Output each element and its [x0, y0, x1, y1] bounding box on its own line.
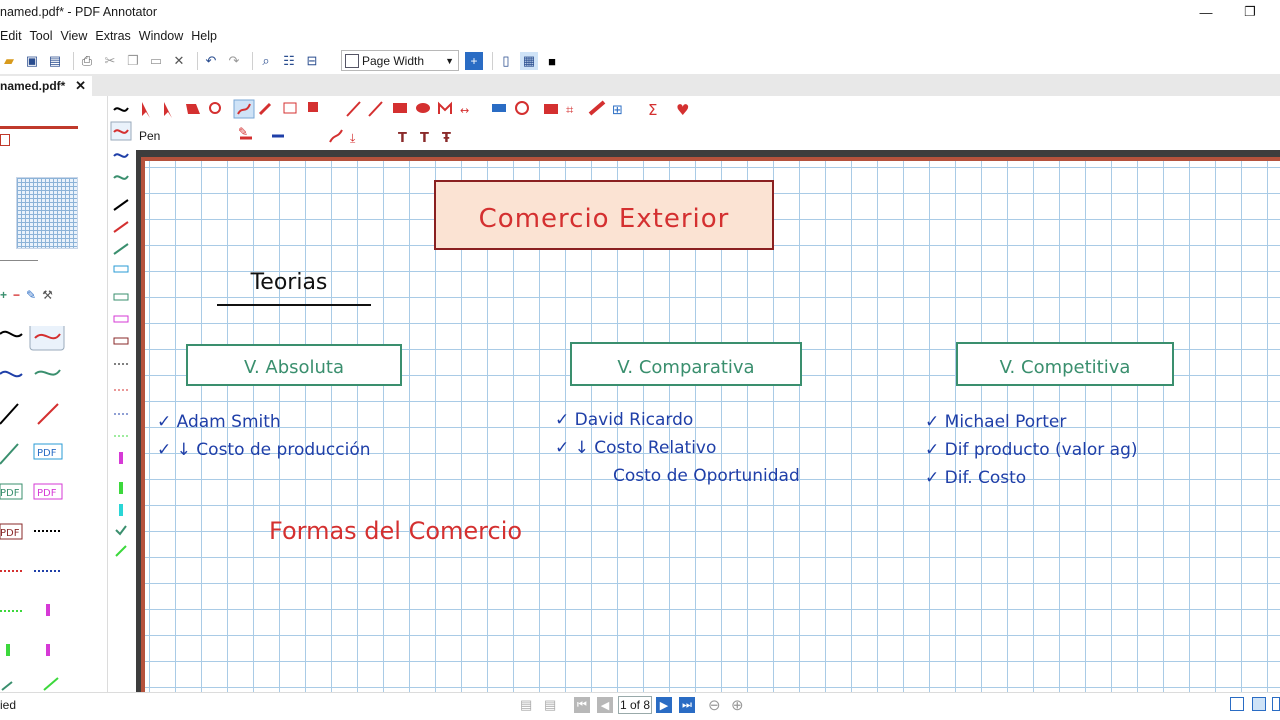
window-title: named.pdf* - PDF Annotator	[0, 5, 158, 19]
col2-line3: Costo de Oportunidad	[613, 466, 800, 486]
preset-tools: + − ✎ ⚒	[0, 286, 90, 304]
svg-text:PDF: PDF	[37, 488, 57, 499]
zoom-value: Page Width	[362, 53, 425, 68]
tool-name: Pen	[139, 129, 161, 143]
page-counter[interactable]: 1 of 8	[618, 696, 652, 714]
menu-help[interactable]: Help	[187, 29, 221, 43]
svg-text:T: T	[420, 131, 429, 146]
paste-icon[interactable]: ▭	[147, 52, 165, 70]
title-bar: named.pdf* - PDF Annotator — ❐	[0, 0, 1280, 25]
checkbox-icon[interactable]	[0, 134, 10, 146]
copy-icon[interactable]: ❐	[124, 52, 142, 70]
main-toolbar: ▰ ▣ ▤ ⎙ ✂ ❐ ▭ ✕ ↶ ↷ ⌕ ☷ ⊟	[0, 49, 1280, 73]
next-page-button[interactable]: ▶	[656, 697, 672, 713]
print-icon[interactable]: ⎙	[78, 52, 96, 70]
remove-preset-icon[interactable]: −	[13, 288, 20, 302]
next-doc-icon[interactable]: ▤	[544, 697, 556, 713]
view-toolbar: + ▯ ▦ ■	[465, 52, 566, 70]
last-page-button[interactable]: ⏭	[679, 697, 695, 713]
back-icon[interactable]: ⊖	[708, 696, 721, 714]
page-width-icon	[345, 53, 359, 68]
menu-extras[interactable]: Extras	[91, 29, 134, 43]
document-tab[interactable]: named.pdf* ✕	[0, 76, 92, 96]
forward-icon[interactable]: ⊕	[731, 696, 744, 714]
two-page-view-icon[interactable]	[1272, 697, 1280, 711]
save-as-icon[interactable]: ▤	[46, 52, 64, 70]
svg-text:⌗: ⌗	[566, 103, 574, 118]
layout-icon[interactable]: ☷	[280, 52, 298, 70]
undo-icon[interactable]: ↶	[202, 52, 220, 70]
chevron-down-icon: ▼	[445, 55, 454, 66]
edit-preset-icon[interactable]: ✎	[26, 288, 36, 302]
tab-strip	[0, 74, 1280, 96]
box-absoluta-label: V. Absoluta	[244, 357, 344, 378]
status-text: ied	[0, 698, 17, 712]
svg-text:♥: ♥	[676, 101, 689, 119]
bottom-text: Formas del Comercio	[269, 517, 522, 545]
svg-text:Ŧ: Ŧ	[442, 131, 451, 146]
svg-text:T: T	[398, 131, 407, 146]
menu-window[interactable]: Window	[135, 29, 187, 43]
col1-line2: ✓ ↓ Costo de producción	[157, 440, 371, 460]
svg-text:PDF: PDF	[0, 528, 20, 539]
zoom-select[interactable]: Page Width ▼	[341, 50, 459, 71]
pen-color-column[interactable]	[110, 98, 132, 692]
col1-line1: ✓ Adam Smith	[157, 412, 281, 432]
box-competitiva-label: V. Competitiva	[1000, 357, 1131, 378]
col3-line2: ✓ Dif producto (valor ag)	[925, 440, 1138, 460]
document-tab-label: named.pdf*	[0, 79, 66, 93]
prev-doc-icon[interactable]: ▤	[520, 697, 532, 713]
col3-line3: ✓ Dif. Costo	[925, 468, 1026, 488]
col2-line2: ✓ ↓ Costo Relativo	[555, 438, 716, 458]
annotation-toolbar[interactable]: ↔ ⌗ ⊞ Σ ♥ ✎ ⤓ T T Ŧ	[136, 98, 1280, 150]
zoom-out-icon[interactable]: ⊟	[303, 52, 321, 70]
wrench-icon[interactable]: ⚒	[42, 288, 53, 302]
svg-text:✎: ✎	[238, 125, 248, 139]
delete-icon[interactable]: ✕	[170, 52, 188, 70]
redo-icon[interactable]: ↷	[225, 52, 243, 70]
prev-page-button[interactable]: ◀	[597, 697, 613, 713]
panel-accent	[0, 126, 78, 129]
page-thumbnail[interactable]	[16, 177, 78, 249]
restore-button[interactable]: ❐	[1240, 3, 1260, 21]
fit-page-icon[interactable]: ▦	[520, 52, 538, 70]
svg-text:⤓: ⤓	[350, 131, 356, 145]
cut-icon[interactable]: ✂	[101, 52, 119, 70]
svg-text:PDF: PDF	[37, 448, 57, 459]
menu-view[interactable]: View	[56, 29, 91, 43]
single-page-icon[interactable]: ▯	[497, 52, 515, 70]
close-tab-icon[interactable]: ✕	[75, 78, 86, 94]
add-preset-icon[interactable]: +	[0, 288, 7, 302]
open-icon[interactable]: ▰	[0, 52, 18, 70]
svg-text:PDF: PDF	[0, 488, 20, 499]
menu-edit[interactable]: Edit	[0, 29, 26, 43]
box-comparativa-label: V. Comparativa	[617, 357, 754, 378]
menu-bar: Edit Tool View Extras Window Help	[0, 26, 221, 46]
col3-line1: ✓ Michael Porter	[925, 412, 1066, 432]
ink-annotations: Comercio Exterior Teorias V. Absoluta V.…	[157, 180, 1174, 545]
continuous-view-icon[interactable]	[1252, 697, 1266, 711]
save-icon[interactable]: ▣	[23, 52, 41, 70]
fullscreen-icon[interactable]: ■	[543, 52, 561, 70]
menu-tool[interactable]: Tool	[26, 29, 57, 43]
col2-line1: ✓ David Ricardo	[555, 410, 693, 430]
pdf-page[interactable]: Comercio Exterior Teorias V. Absoluta V.…	[141, 157, 1280, 692]
svg-text:⊞: ⊞	[612, 103, 623, 118]
single-view-icon[interactable]	[1230, 697, 1244, 711]
zoom-in-icon[interactable]: +	[465, 52, 483, 70]
svg-text:↔: ↔	[460, 104, 469, 117]
first-page-button[interactable]: ⏮	[574, 697, 590, 713]
find-icon[interactable]: ⌕	[257, 52, 275, 70]
heading-text: Teorias	[250, 270, 328, 295]
title-text: Comercio Exterior	[479, 204, 730, 234]
pen-presets[interactable]: PDF PDF PDF PDF	[0, 326, 72, 696]
minimize-button[interactable]: —	[1196, 3, 1216, 21]
svg-text:Σ: Σ	[648, 101, 657, 119]
